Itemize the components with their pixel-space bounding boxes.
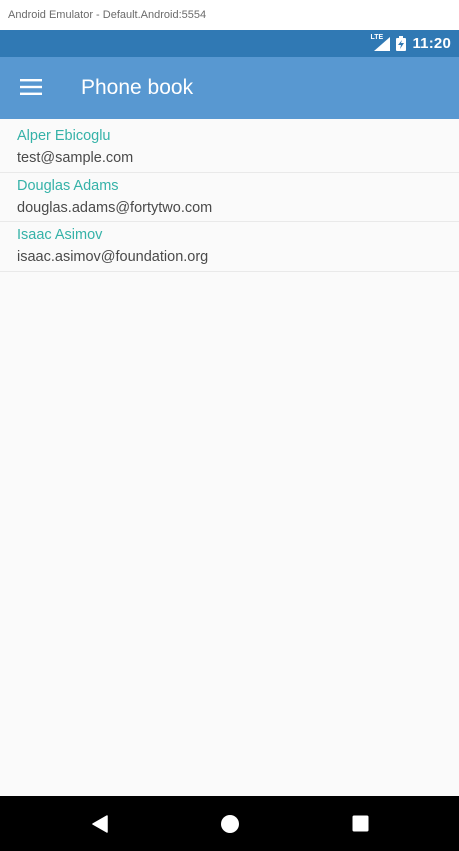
emulator-window-title: Android Emulator - Default.Android:5554 <box>0 0 459 30</box>
contact-name: Alper Ebicoglu <box>17 128 111 144</box>
recents-square-icon <box>352 815 368 832</box>
hamburger-menu-icon[interactable] <box>20 78 42 96</box>
status-clock: 11:20 <box>412 35 451 52</box>
contact-name: Douglas Adams <box>17 177 119 194</box>
signal-icon: LTE <box>370 34 391 51</box>
device-screen: LTE 11:20 Phone book Alper Ebicoglu test… <box>0 30 459 851</box>
back-button[interactable] <box>72 796 128 851</box>
home-circle-icon <box>221 814 239 833</box>
page-title: Phone book <box>81 76 194 99</box>
contact-email: douglas.adams@fortytwo.com <box>17 199 213 216</box>
contact-email: isaac.asimov@foundation.org <box>17 249 209 265</box>
app-toolbar: Phone book <box>0 57 459 119</box>
contact-list-item[interactable]: Isaac Asimov isaac.asimov@foundation.org <box>0 222 459 272</box>
recents-button[interactable] <box>332 796 388 851</box>
status-icons: LTE 11:20 <box>370 30 451 57</box>
contact-list-item[interactable]: Alper Ebicoglu test@sample.com <box>0 123 459 173</box>
contact-email: test@sample.com <box>17 150 134 166</box>
system-navigation-bar <box>0 796 459 851</box>
home-button[interactable] <box>202 796 258 851</box>
contact-list-item[interactable]: Douglas Adams douglas.adams@fortytwo.com <box>0 172 459 222</box>
contact-list: Alper Ebicoglu test@sample.com Douglas A… <box>0 123 459 272</box>
status-bar: LTE 11:20 <box>0 30 459 57</box>
back-triangle-icon <box>92 814 108 833</box>
contact-name: Isaac Asimov <box>17 227 103 243</box>
battery-charging-icon <box>396 36 407 51</box>
